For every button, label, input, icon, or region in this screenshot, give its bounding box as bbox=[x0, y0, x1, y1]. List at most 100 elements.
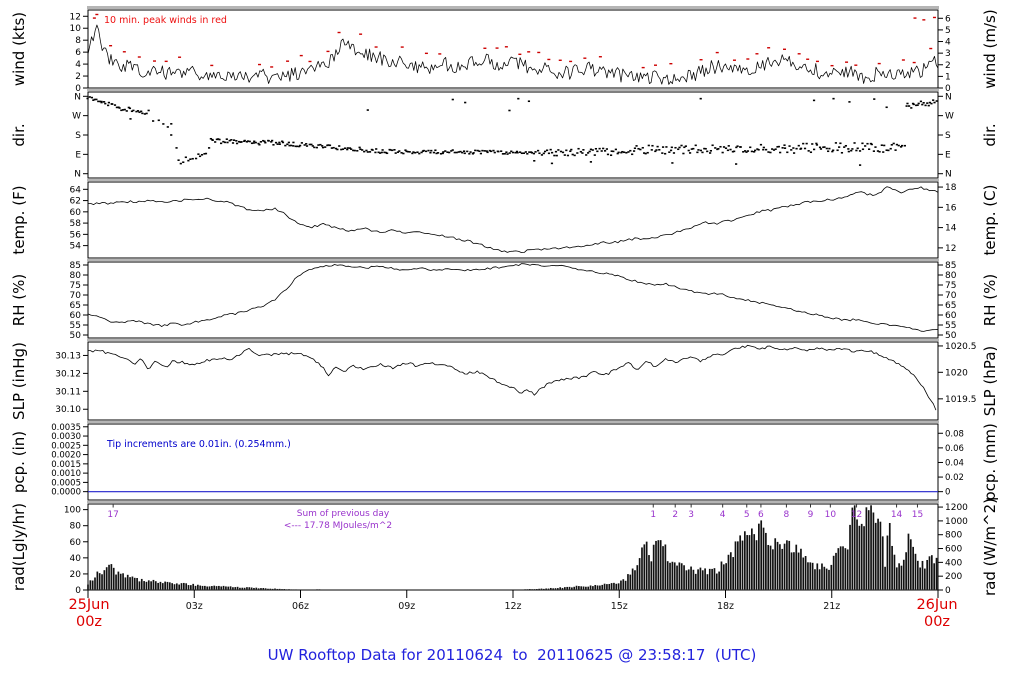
x-axis: 03z 06z 09z 12z 15z 18z 21z bbox=[87, 590, 939, 612]
y-tick-label: 0 bbox=[945, 586, 951, 596]
y-tick-label: 100 bbox=[64, 506, 81, 516]
axis-title-right-pcp: pcp. (mm) bbox=[981, 423, 999, 501]
panel-dir: NWSENNWSENdir. dir. bbox=[10, 91, 999, 180]
y-tick-label: 12 bbox=[70, 12, 81, 22]
start-date: 25Jun bbox=[68, 597, 110, 613]
y-tick-label: 60 bbox=[70, 208, 82, 218]
y-tick-label: 60 bbox=[945, 311, 957, 321]
xaxis-end-date-label: 26Jun 00z bbox=[897, 597, 977, 631]
axis-title-left-wind: wind (kts) bbox=[10, 12, 28, 86]
panel-rad: 020406080100020040060080010001200rad(Lgl… bbox=[10, 498, 999, 596]
y-tick-label: 0.0025 bbox=[51, 441, 81, 451]
y-tick-label: 18 bbox=[945, 183, 957, 193]
mark-label: 5 bbox=[744, 510, 750, 520]
y-tick-label: 14 bbox=[945, 224, 957, 234]
y-tick-label: 4 bbox=[75, 60, 81, 70]
y-tick-label: 40 bbox=[70, 554, 82, 564]
x-tick-label: 06z bbox=[292, 601, 309, 612]
y-tick-label: 10 bbox=[70, 24, 82, 34]
y-tick-label: 0.0010 bbox=[51, 469, 81, 479]
mark-label: 1 bbox=[650, 510, 656, 520]
y-tick-label: 1000 bbox=[945, 517, 968, 527]
y-tick-label: 85 bbox=[70, 261, 81, 271]
panel-rh: 50556065707580855055606570758085RH (%) RH… bbox=[10, 261, 999, 341]
x-tick-label: 12z bbox=[504, 601, 521, 612]
y-tick-label: 30.11 bbox=[55, 387, 81, 397]
y-tick-label: 800 bbox=[945, 531, 962, 541]
y-tick-label: 0.02 bbox=[945, 473, 964, 483]
panel-temp: 54 56586062 64 12 14 16 18 temp. (F) temp. (C) bbox=[10, 181, 999, 259]
y-tick-label: 3 bbox=[945, 49, 951, 59]
y-tick-label: 80 bbox=[70, 271, 82, 281]
xaxis-start-date-label: 25Jun 00z bbox=[49, 597, 129, 631]
axis-title-right-rh: RH (%) bbox=[981, 274, 999, 326]
axis-title-right-temp: temp. (C) bbox=[981, 185, 999, 256]
y-tick-label: E bbox=[945, 150, 951, 160]
y-tick-label: 600 bbox=[945, 545, 962, 555]
y-tick-label: 5 bbox=[945, 26, 951, 36]
mark-label: 10 bbox=[825, 510, 837, 520]
y-tick-label: 55 bbox=[70, 321, 81, 331]
y-tick-label: 6 bbox=[945, 14, 951, 24]
x-tick-label: 21z bbox=[823, 601, 840, 612]
y-tick-label: 65 bbox=[945, 301, 956, 311]
y-tick-label: 200 bbox=[945, 572, 962, 582]
y-tick-label: 75 bbox=[945, 281, 956, 291]
mark-label: 9 bbox=[808, 510, 814, 520]
y-tick-label: 12 bbox=[945, 244, 956, 254]
y-tick-label: 0.04 bbox=[945, 458, 964, 468]
annotation-pcp: Tip increments are 0.01in. (0.254mm.) bbox=[106, 439, 291, 450]
y-tick-label: 70 bbox=[945, 291, 957, 301]
y-tick-label: 0.0000 bbox=[51, 488, 81, 498]
mark-label: 17 bbox=[107, 510, 118, 520]
y-tick-label: 0.0035 bbox=[51, 423, 81, 433]
mark-label: 2 bbox=[672, 510, 678, 520]
panel-wind: 0246810120123456wind (kts) wind (m/s)10 m… bbox=[10, 9, 999, 94]
plot-title: UW Rooftop Data for 20110624 to 20110625… bbox=[267, 646, 757, 664]
y-tick-label: 1200 bbox=[945, 503, 968, 513]
y-tick-label: 1020 bbox=[945, 368, 968, 378]
y-tick-label: W bbox=[72, 112, 81, 122]
y-tick-label: N bbox=[74, 92, 81, 102]
start-hour: 00z bbox=[75, 614, 103, 630]
panel-frame-pcp bbox=[87, 423, 939, 501]
y-tick-label: 60 bbox=[70, 538, 82, 548]
panel-frame-temp bbox=[87, 181, 939, 259]
y-tick-label: 30.10 bbox=[55, 405, 81, 415]
mark-label: 12 bbox=[851, 510, 862, 520]
axis-title-left-rh: RH (%) bbox=[10, 274, 28, 326]
y-tick-label: 0.0020 bbox=[51, 451, 81, 461]
axis-title-left-dir: dir. bbox=[10, 123, 28, 146]
y-tick-label: 0 bbox=[945, 488, 950, 498]
mark-label: 6 bbox=[758, 510, 764, 520]
y-tick-label: 30.13 bbox=[55, 351, 81, 361]
x-tick-label: 15z bbox=[611, 601, 628, 612]
y-tick-label: 16 bbox=[945, 203, 957, 213]
x-tick-label: 18z bbox=[717, 601, 734, 612]
y-tick-label: W bbox=[945, 112, 954, 122]
y-tick-label: 50 bbox=[70, 331, 82, 341]
y-tick-label: 54 bbox=[70, 242, 82, 252]
plot-canvas: 0246810120123456wind (kts) wind (m/s)10 m… bbox=[10, 6, 999, 612]
y-tick-label: 2 bbox=[945, 61, 951, 71]
y-tick-label: 75 bbox=[70, 281, 81, 291]
y-tick-label: 0.0015 bbox=[51, 460, 81, 470]
y-tick-label: 64 bbox=[70, 185, 82, 195]
y-tick-label: 80 bbox=[70, 522, 82, 532]
y-tick-label: 56 bbox=[70, 230, 82, 240]
annotation-wind: 10 min. peak winds in red bbox=[104, 15, 227, 26]
axis-title-left-temp: temp. (F) bbox=[10, 185, 28, 254]
y-tick-label: 20 bbox=[70, 570, 82, 580]
axis-title-right-rad: rad (W/m^2) bbox=[981, 498, 999, 596]
annotation-rad: <--- 17.78 MJoules/m^2 bbox=[284, 521, 392, 531]
y-tick-label: 65 bbox=[70, 301, 81, 311]
axis-title-right-dir: dir. bbox=[981, 123, 999, 146]
axis-title-left-rad: rad(Lgly/hr) bbox=[10, 503, 28, 591]
y-tick-label: 62 bbox=[70, 197, 81, 207]
y-tick-label: 80 bbox=[945, 271, 957, 281]
y-tick-label: 0.08 bbox=[945, 429, 964, 439]
y-tick-label: 1019.5 bbox=[945, 395, 977, 405]
panel-frame-rh bbox=[87, 261, 939, 339]
end-date: 26Jun bbox=[916, 597, 958, 613]
mark-label: 3 bbox=[688, 510, 694, 520]
